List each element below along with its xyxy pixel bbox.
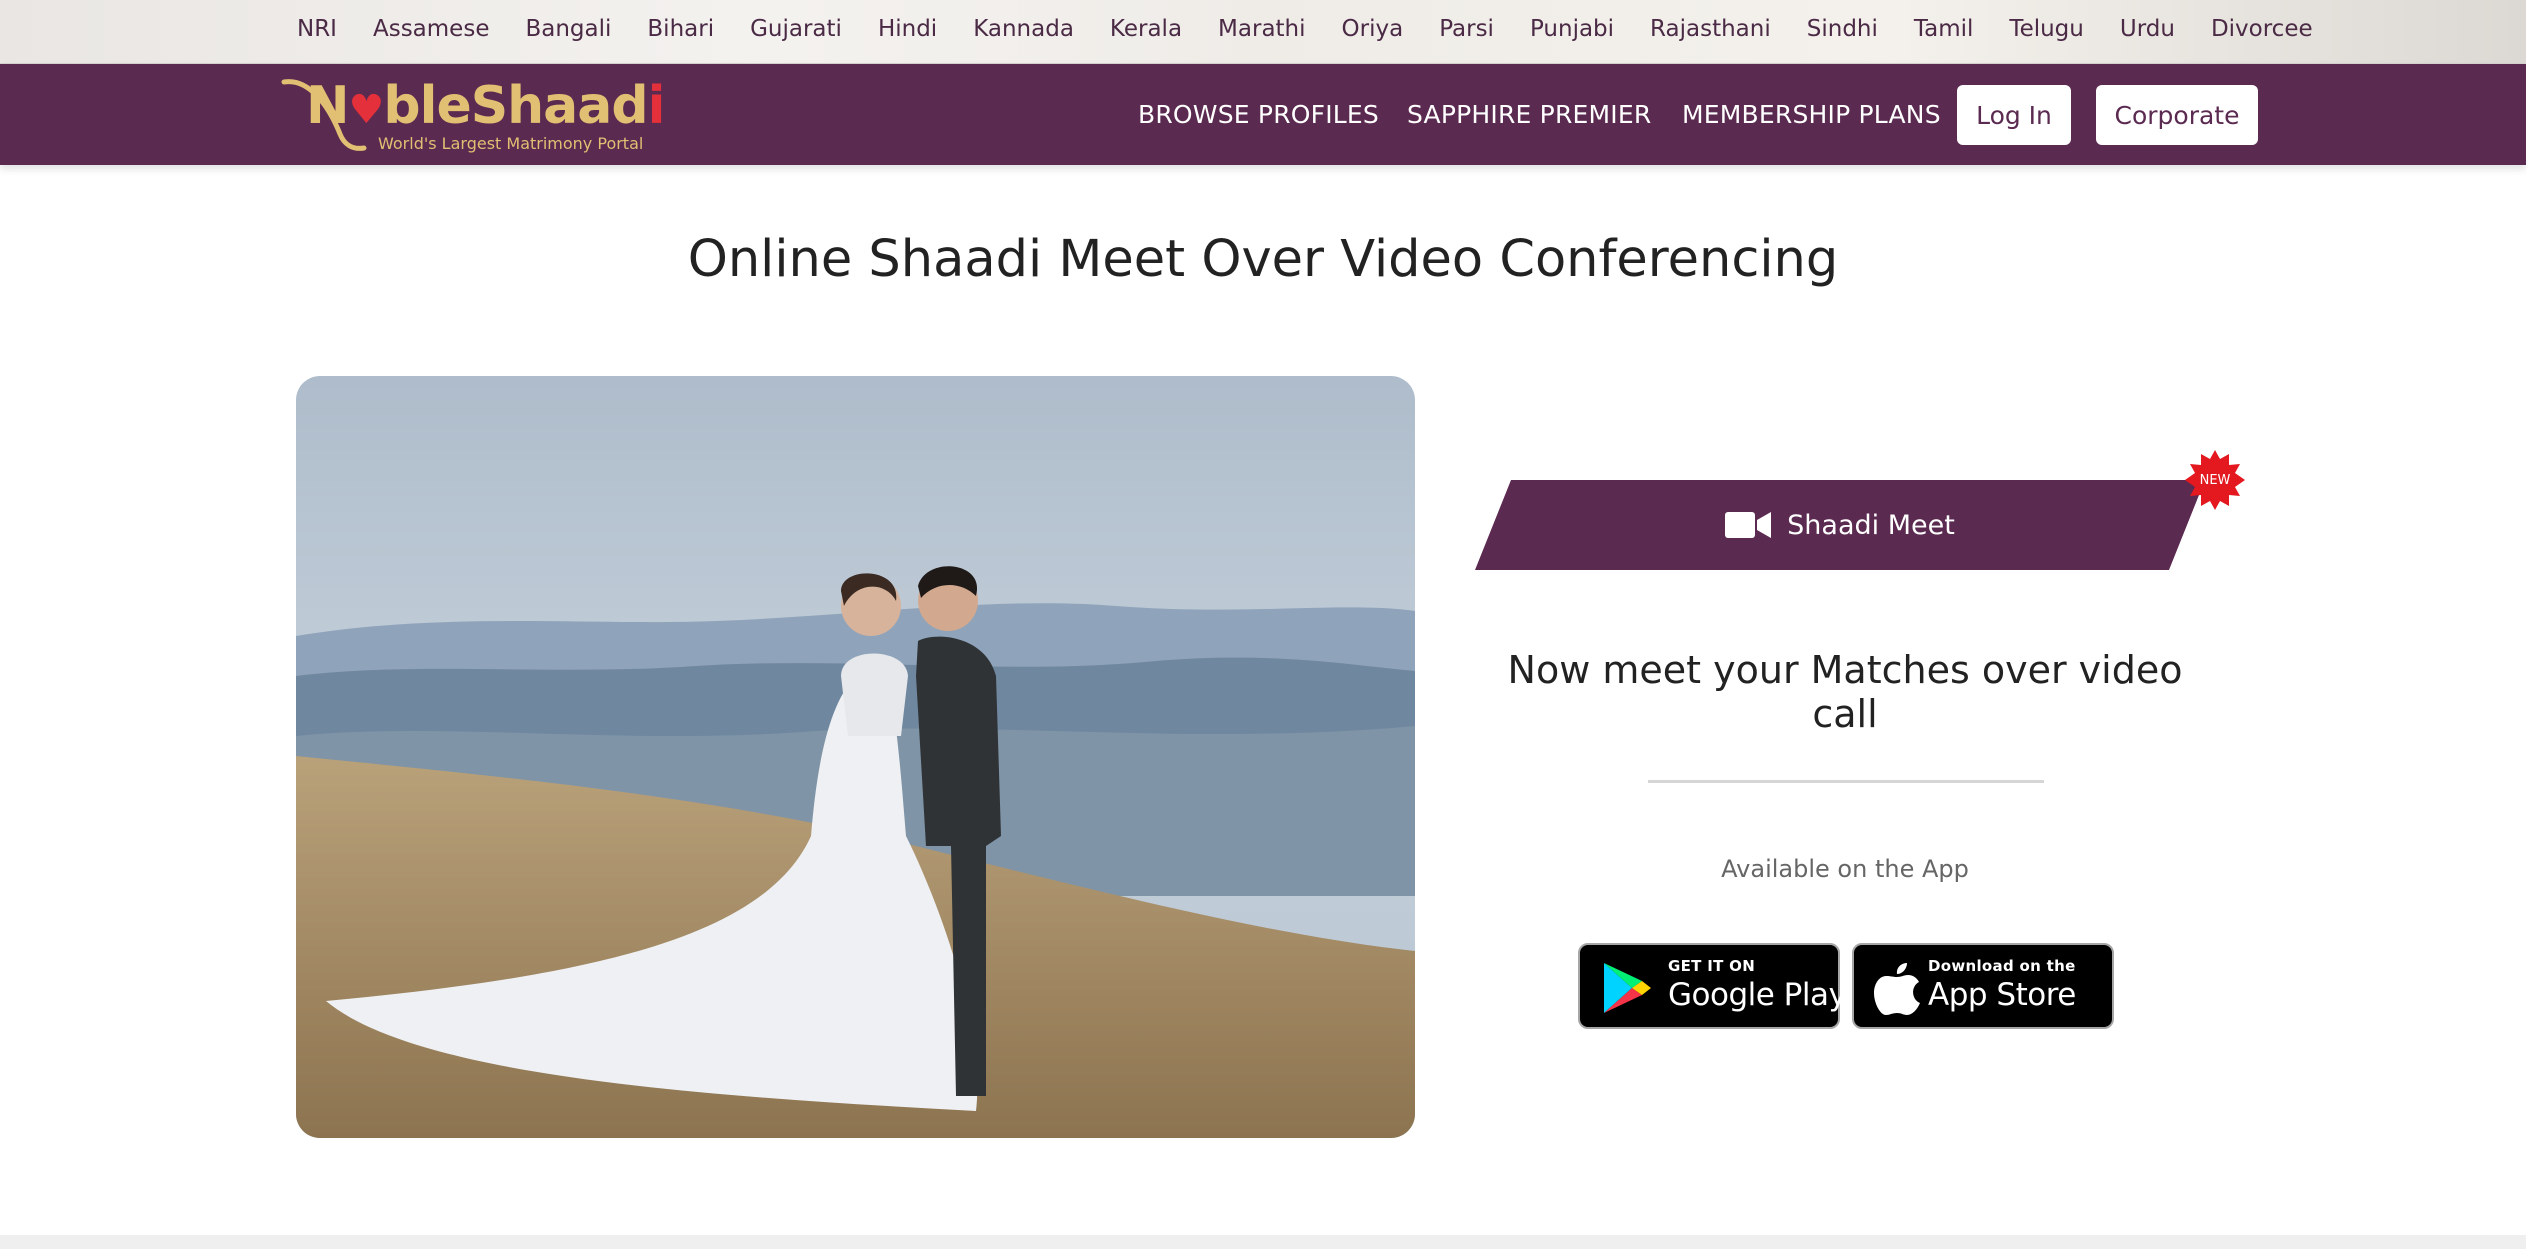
nav-browse-profiles[interactable]: BROWSE PROFILES	[1138, 100, 1379, 129]
section-divider	[1648, 780, 2044, 783]
apple-icon	[1874, 963, 1920, 1015]
logo-tagline: World's Largest Matrimony Portal	[378, 134, 644, 153]
community-link-assamese[interactable]: Assamese	[373, 16, 489, 42]
page-title: Online Shaadi Meet Over Video Conferenci…	[687, 230, 1839, 289]
community-link-gujarati[interactable]: Gujarati	[750, 16, 842, 42]
community-link-bihari[interactable]: Bihari	[647, 16, 714, 42]
community-link-parsi[interactable]: Parsi	[1439, 16, 1494, 42]
community-link-urdu[interactable]: Urdu	[2120, 16, 2175, 42]
new-badge-text: NEW	[2199, 472, 2231, 488]
google-play-big-text: Google Play	[1668, 977, 1847, 1013]
community-link-divorcee[interactable]: Divorcee	[2211, 16, 2313, 42]
community-link-sindhi[interactable]: Sindhi	[1807, 16, 1878, 42]
community-link-punjabi[interactable]: Punjabi	[1530, 16, 1614, 42]
site-logo[interactable]: N♥bleShaadi World's Largest Matrimony Po…	[278, 74, 665, 156]
community-link-nri[interactable]: NRI	[297, 16, 337, 42]
shaadi-meet-label: Shaadi Meet	[1787, 509, 1955, 541]
community-link-kannada[interactable]: Kannada	[973, 16, 1074, 42]
google-play-button[interactable]: GET IT ON Google Play	[1578, 943, 1847, 1029]
community-link-marathi[interactable]: Marathi	[1218, 16, 1305, 42]
app-store-small-text: Download on the	[1928, 957, 2076, 975]
shaadi-meet-banner[interactable]: Shaadi Meet	[1475, 480, 2205, 570]
google-play-small-text: GET IT ON	[1668, 957, 1756, 975]
nav-sapphire-premier[interactable]: SAPPHIRE PREMIER	[1407, 100, 1651, 129]
footer-strip	[0, 1235, 2526, 1249]
community-link-hindi[interactable]: Hindi	[878, 16, 937, 42]
community-list: NRI Assamese Bangali Bihari Gujarati Hin…	[297, 0, 2349, 58]
logo-wordmark: N♥bleShaadi	[306, 76, 665, 136]
corporate-button[interactable]: Corporate	[2096, 85, 2258, 145]
video-call-subheading: Now meet your Matches over video call	[1507, 648, 2183, 736]
main-navbar: N♥bleShaadi World's Largest Matrimony Po…	[0, 64, 2526, 165]
community-bar: NRI Assamese Bangali Bihari Gujarati Hin…	[0, 0, 2526, 64]
community-link-kerala[interactable]: Kerala	[1110, 16, 1182, 42]
video-camera-icon	[1725, 510, 1771, 540]
available-on-app-text: Available on the App	[1721, 855, 1969, 883]
nav-membership-plans[interactable]: MEMBERSHIP PLANS	[1682, 100, 1941, 129]
community-link-rajasthani[interactable]: Rajasthani	[1650, 16, 1771, 42]
community-link-oriya[interactable]: Oriya	[1342, 16, 1404, 42]
heart-icon: ♥	[348, 87, 385, 133]
google-play-icon	[1604, 963, 1651, 1013]
new-badge: NEW	[2185, 450, 2245, 510]
community-link-telugu[interactable]: Telugu	[2009, 16, 2083, 42]
couple-photo	[296, 376, 1415, 1138]
app-store-big-text: App Store	[1928, 977, 2076, 1013]
community-link-tamil[interactable]: Tamil	[1914, 16, 1974, 42]
community-link-bangali[interactable]: Bangali	[525, 16, 611, 42]
login-button[interactable]: Log In	[1957, 85, 2071, 145]
app-store-button[interactable]: Download on the App Store	[1852, 943, 2114, 1029]
